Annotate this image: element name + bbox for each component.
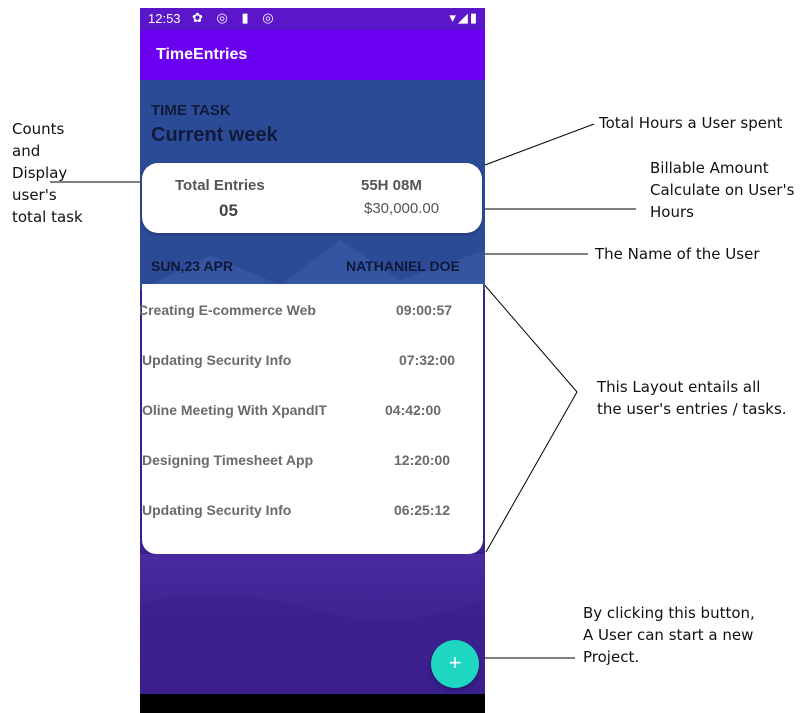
entry-duration: 09:00:57 xyxy=(396,302,453,318)
phone-screen: 12:53 ✿ ◎ ▮ ◎ ▾◢▮ TimeEntries TIME TASK … xyxy=(140,8,485,713)
annotation-total-hours: Total Hours a User spent xyxy=(599,114,783,132)
entry-row[interactable]: Designing Timesheet App 12:20:00 xyxy=(142,452,483,472)
entry-name: Updating Security Info xyxy=(142,352,292,368)
status-left-icons: ✿ ◎ ▮ ◎ xyxy=(192,10,279,25)
time-task-label: TIME TASK xyxy=(151,102,231,119)
total-entries-label: Total Entries xyxy=(175,177,265,194)
entry-name: Updating Security Info xyxy=(142,502,292,518)
entry-name: Creating E-commerce Web xyxy=(140,302,316,318)
annotation-user-name: The Name of the User xyxy=(595,245,760,263)
day-header: SUN,23 APR NATHANIEL DOE xyxy=(140,250,485,284)
summary-card: Total Entries 05 55H 08M $30,000.00 xyxy=(142,163,482,233)
annotation-billable: Billable Amount Calculate on User's Hour… xyxy=(650,159,795,221)
status-time: 12:53 xyxy=(148,11,181,26)
entry-name: Designing Timesheet App xyxy=(142,452,314,468)
entry-row[interactable]: Creating E-commerce Web 09:00:57 xyxy=(140,302,483,322)
add-project-button[interactable]: + xyxy=(431,640,479,688)
entry-row[interactable]: Updating Security Info 06:25:12 xyxy=(142,502,483,522)
entry-duration: 04:42:00 xyxy=(385,402,442,418)
annotation-button: By clicking this button, A User can star… xyxy=(583,604,755,666)
signal-battery-icon: ▾◢▮ xyxy=(449,10,479,25)
day-date: SUN,23 APR xyxy=(151,258,233,274)
entry-name: Oline Meeting With XpandIT xyxy=(142,402,327,418)
entry-duration: 12:20:00 xyxy=(394,452,451,468)
total-hours-value: 55H 08M xyxy=(361,177,422,194)
entry-duration: 07:32:00 xyxy=(399,352,456,368)
billable-amount-value: $30,000.00 xyxy=(364,200,440,217)
app-title: TimeEntries xyxy=(156,46,248,63)
annotation-counts: Counts and Display user's total task xyxy=(12,120,83,226)
annotation-layout: This Layout entails all the user's entri… xyxy=(597,378,787,418)
entry-row[interactable]: Oline Meeting With XpandIT 04:42:00 xyxy=(142,402,483,422)
period-label: Current week xyxy=(151,124,278,146)
plus-icon: + xyxy=(448,650,462,675)
entry-duration: 06:25:12 xyxy=(394,502,451,518)
entries-list: Creating E-commerce Web 09:00:57 Updatin… xyxy=(140,284,483,554)
total-entries-value: 05 xyxy=(219,201,238,220)
system-nav-bar xyxy=(140,694,485,713)
user-name: NATHANIEL DOE xyxy=(346,258,460,274)
entry-row[interactable]: Updating Security Info 07:32:00 xyxy=(142,352,483,372)
status-bar: 12:53 ✿ ◎ ▮ ◎ ▾◢▮ xyxy=(140,8,485,30)
app-bar: TimeEntries xyxy=(140,30,485,80)
